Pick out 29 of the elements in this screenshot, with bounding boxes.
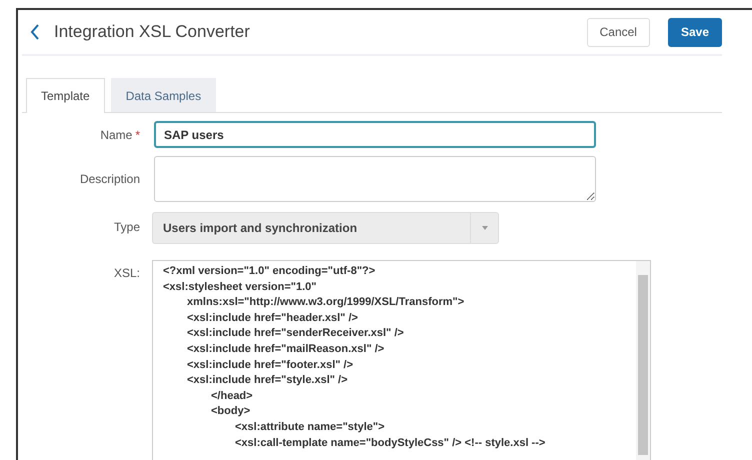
tab[interactable]: Data Samples: [110, 78, 216, 112]
back-icon[interactable]: [30, 24, 40, 40]
scrollbar[interactable]: [636, 261, 650, 460]
code-line: <xsl:stylesheet version="1.0": [163, 280, 318, 295]
code-line: <body>: [211, 404, 252, 420]
field-label: XSL:: [114, 266, 140, 280]
code-line: <xsl:include href="mailReason.xsl" />: [187, 342, 386, 357]
code-line: xmlns:xsl="http://www.w3.org/1999/XSL/Transform">: [187, 295, 466, 310]
name-input[interactable]: SAP users: [154, 121, 596, 148]
caret-icon: [482, 226, 488, 230]
code-line: <xsl:include href="footer.xsl" />: [187, 358, 354, 373]
code-editor[interactable]: [152, 260, 651, 460]
field-label: Type: [114, 220, 140, 234]
code-line: <xsl:attribute name="style">: [235, 420, 386, 435]
field-label: Name: [100, 128, 132, 142]
description-input[interactable]: [154, 156, 596, 202]
code-line: <xsl:include href="senderReceiver.xsl" />: [187, 326, 405, 342]
save-button[interactable]: Save: [668, 18, 722, 46]
code-line: </head>: [211, 388, 254, 404]
required-icon: *: [135, 128, 140, 142]
code-line: <xsl:include href="style.xsl" />: [187, 373, 349, 388]
type-dropdown[interactable]: Users import and synchronization: [152, 212, 499, 244]
field-label: Description: [80, 172, 140, 186]
code-line: <?xml version="1.0" encoding="utf-8"?>: [163, 264, 376, 279]
code-line: <xsl:call-template name="bodyStyleCss" /> <!-- style.xsl -->: [235, 436, 546, 451]
cancel-button[interactable]: Cancel: [586, 18, 650, 46]
tab[interactable]: Template: [26, 78, 105, 113]
page-title: Integration XSL Converter: [54, 22, 250, 42]
code-line: <xsl:include href="header.xsl" />: [187, 310, 359, 326]
